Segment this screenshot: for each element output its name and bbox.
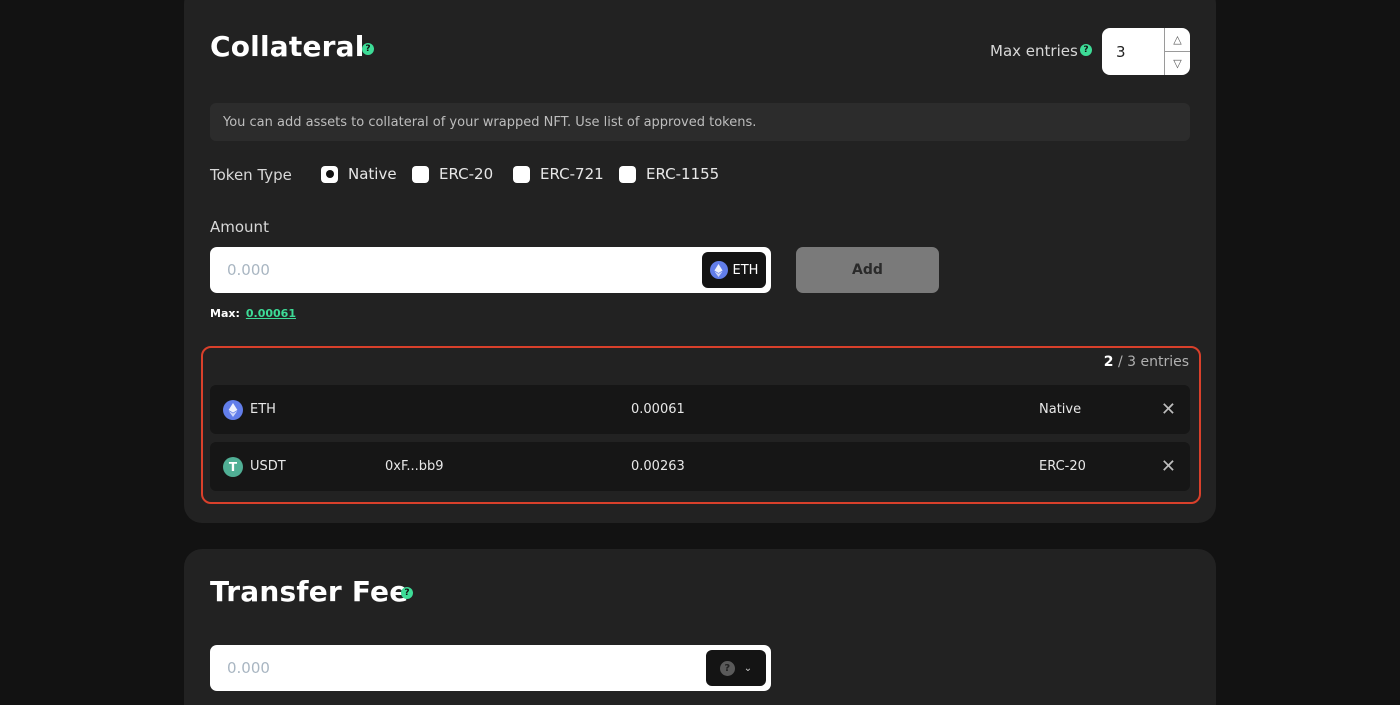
collateral-entry-row: T USDT 0xF...bb9 0.00263 ERC-20 ✕ xyxy=(210,442,1190,491)
eth-icon xyxy=(223,399,243,420)
checkbox-erc721[interactable] xyxy=(513,165,530,183)
entry-token: ETH xyxy=(223,385,276,434)
token-type-erc1155-option[interactable]: ERC-1155 xyxy=(619,165,719,183)
stepper-decrement-button[interactable]: ▽ xyxy=(1165,51,1190,75)
entry-type: Native xyxy=(1039,402,1082,417)
question-icon[interactable]: ? xyxy=(401,587,413,599)
collateral-card: Collateral ? Max entries ? △ ▽ You can a… xyxy=(184,0,1216,523)
usdt-icon: T xyxy=(223,456,243,477)
token-type-native-option[interactable]: Native xyxy=(321,165,397,183)
stepper-increment-button[interactable]: △ xyxy=(1165,28,1190,51)
option-label: ERC-721 xyxy=(540,165,604,183)
entries-count-value: 2 xyxy=(1103,354,1114,370)
chevron-down-icon: ▽ xyxy=(1173,57,1182,70)
chevron-up-icon: △ xyxy=(1173,33,1182,46)
close-icon[interactable]: ✕ xyxy=(1161,385,1176,434)
entry-token-symbol: USDT xyxy=(250,459,286,474)
info-text: You can add assets to collateral of your… xyxy=(223,114,757,130)
checkbox-erc20[interactable] xyxy=(412,165,429,183)
option-label: Native xyxy=(348,165,397,183)
question-icon[interactable]: ? xyxy=(1080,44,1092,56)
collateral-entries-panel: 2 / 3 entries ETH 0.00061 Native ✕ T USD… xyxy=(201,346,1201,504)
entry-type: ERC-20 xyxy=(1039,459,1086,474)
entry-amount: 0.00061 xyxy=(631,402,685,417)
entry-address: 0xF...bb9 xyxy=(385,459,444,474)
entry-amount: 0.00263 xyxy=(631,459,685,474)
unknown-token-icon: ? xyxy=(719,660,735,676)
token-type-erc721-option[interactable]: ERC-721 xyxy=(513,165,604,183)
transfer-fee-title: Transfer Fee xyxy=(210,575,409,608)
max-entries-label: Max entries xyxy=(990,42,1078,60)
option-label: ERC-1155 xyxy=(646,165,720,183)
max-amount-link[interactable]: 0.00061 xyxy=(246,307,296,320)
collateral-entry-row: ETH 0.00061 Native ✕ xyxy=(210,385,1190,434)
max-amount-row: Max: 0.00061 xyxy=(210,307,296,320)
eth-icon xyxy=(709,261,728,279)
chevron-down-icon: ⌄ xyxy=(743,662,753,674)
token-symbol: ETH xyxy=(732,262,759,278)
transfer-fee-card: Transfer Fee ? ? ⌄ xyxy=(184,549,1216,705)
max-label: Max: xyxy=(210,307,240,320)
add-button[interactable]: Add xyxy=(796,247,939,293)
option-label: ERC-20 xyxy=(439,165,494,183)
stepper-buttons: △ ▽ xyxy=(1164,28,1190,75)
entries-count: 2 / 3 entries xyxy=(1104,354,1189,370)
collateral-title: Collateral xyxy=(210,30,365,63)
amount-label: Amount xyxy=(210,218,269,236)
transfer-fee-input[interactable] xyxy=(210,645,706,691)
max-entries-stepper: △ ▽ xyxy=(1102,28,1190,75)
fee-token-selector[interactable]: ? ⌄ xyxy=(706,650,766,686)
question-icon[interactable]: ? xyxy=(362,43,374,55)
token-type-erc20-option[interactable]: ERC-20 xyxy=(412,165,493,183)
entry-token: T USDT xyxy=(223,442,286,491)
max-entries-input[interactable] xyxy=(1102,28,1164,75)
entry-token-symbol: ETH xyxy=(250,402,276,417)
token-selector[interactable]: ETH xyxy=(702,252,766,288)
close-icon[interactable]: ✕ xyxy=(1161,442,1176,491)
token-type-label: Token Type xyxy=(210,166,292,184)
checkbox-erc1155[interactable] xyxy=(619,165,636,183)
amount-field: ETH xyxy=(210,247,771,293)
transfer-fee-field: ? ⌄ xyxy=(210,645,771,691)
entries-limit: / 3 entries xyxy=(1117,354,1189,370)
amount-input[interactable] xyxy=(210,247,702,293)
collateral-info-box: You can add assets to collateral of your… xyxy=(210,103,1190,141)
radio-native[interactable] xyxy=(321,165,338,183)
